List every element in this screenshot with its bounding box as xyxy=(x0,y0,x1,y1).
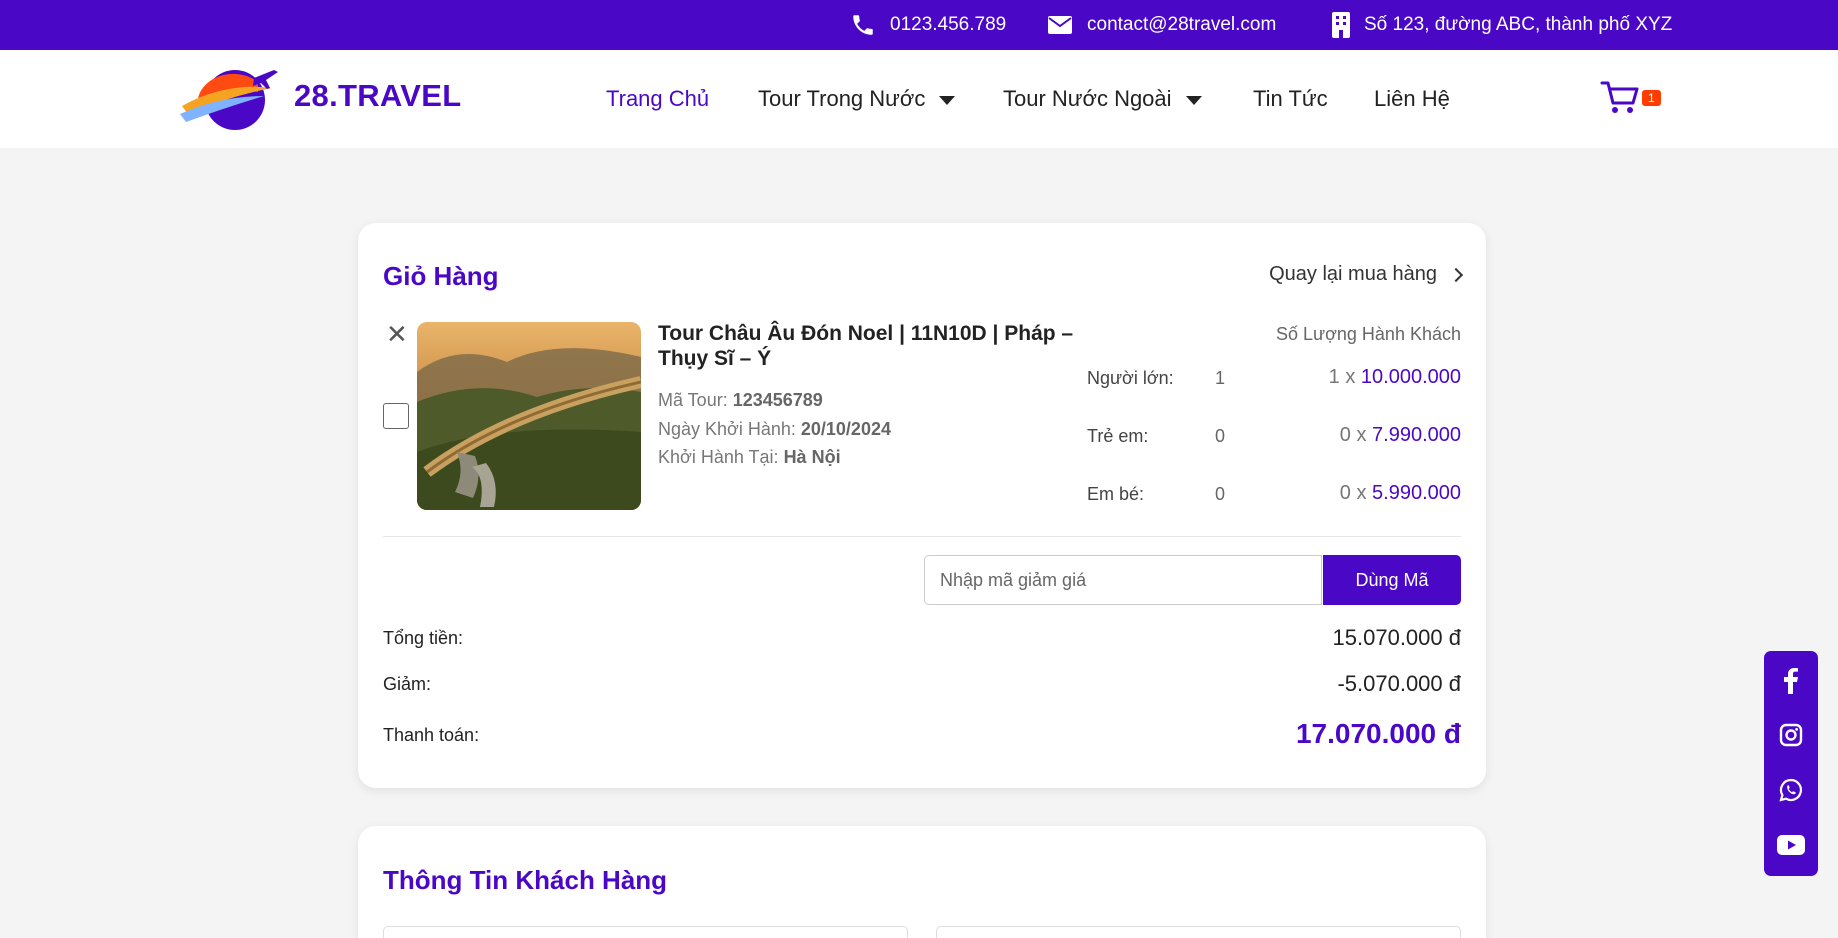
passenger-price: 0 x 5.990.000 xyxy=(1340,482,1461,505)
section-divider xyxy=(383,536,1461,537)
cart-title: Giỏ Hàng xyxy=(383,261,499,291)
nav-news[interactable]: Tin Tức xyxy=(1253,50,1328,148)
passenger-unit-price: 7.990.000 xyxy=(1372,424,1461,446)
nav-contact[interactable]: Liên Hệ xyxy=(1374,50,1450,148)
passenger-multiplier: 1 x xyxy=(1328,366,1361,388)
instagram-icon[interactable] xyxy=(1764,715,1818,755)
envelope-icon xyxy=(1048,16,1072,34)
phone-number: 0123.456.789 xyxy=(890,14,1007,35)
passenger-price: 0 x 7.990.000 xyxy=(1340,424,1461,447)
passenger-row-infant: Em bé: 0 0 x 5.990.000 xyxy=(1087,482,1461,514)
customer-info-title: Thông Tin Khách Hàng xyxy=(383,865,668,895)
passenger-multiplier: 0 x xyxy=(1339,482,1373,504)
remove-item-button[interactable]: ✕ xyxy=(386,321,408,347)
youtube-icon[interactable] xyxy=(1764,825,1818,865)
nav-domestic-label: Tour Trong Nước xyxy=(758,86,926,111)
tour-code-label: Mã Tour: xyxy=(658,390,728,410)
departure-date-value: 20/10/2024 xyxy=(800,419,891,439)
email-contact[interactable]: contact@28travel.com xyxy=(1047,0,1276,50)
departure-place-value: Hà Nội xyxy=(783,447,841,467)
departure-date-label: Ngày Khởi Hành: xyxy=(658,419,796,439)
subtotal-value: 15.070.000 đ xyxy=(1332,625,1461,650)
phone-icon xyxy=(853,15,873,35)
tour-code-value: 123456789 xyxy=(732,390,823,410)
facebook-icon[interactable] xyxy=(1764,661,1818,701)
tour-name[interactable]: Tour Châu Âu Đón Noel | 11N10D | Pháp – … xyxy=(658,321,1078,371)
customer-info-card: Thông Tin Khách Hàng xyxy=(358,826,1486,938)
nav-domestic-tours[interactable]: Tour Trong Nước xyxy=(758,50,956,148)
passenger-count[interactable]: 1 xyxy=(1215,368,1225,389)
back-link-label: Quay lại mua hàng xyxy=(1269,263,1437,285)
passenger-price: 1 x 10.000.000 xyxy=(1329,366,1461,389)
customer-field-left[interactable] xyxy=(383,926,908,938)
social-floating-bar xyxy=(1764,651,1818,876)
tour-code-line: Mã Tour: 123456789 xyxy=(658,390,823,411)
passenger-count-heading: Số Lượng Hành Khách xyxy=(1276,324,1461,344)
departure-date-line: Ngày Khởi Hành: 20/10/2024 xyxy=(658,419,891,440)
nav-home[interactable]: Trang Chủ xyxy=(606,50,709,148)
cart-card: Giỏ Hàng Quay lại mua hàng ✕ Tour Châu Â… xyxy=(358,223,1486,788)
cart-icon xyxy=(1600,81,1639,113)
brand-name[interactable]: 28.TRAVEL xyxy=(294,78,462,114)
passenger-multiplier: 0 x xyxy=(1339,424,1373,446)
passenger-count[interactable]: 0 xyxy=(1215,484,1225,505)
cart-count-badge: 1 xyxy=(1642,90,1661,106)
caret-down-icon xyxy=(939,95,956,105)
passenger-unit-price: 5.990.000 xyxy=(1372,482,1461,504)
passenger-count[interactable]: 0 xyxy=(1215,426,1225,447)
passenger-unit-price: 10.000.000 xyxy=(1360,366,1461,388)
payment-label: Thanh toán: xyxy=(383,725,480,745)
building-icon xyxy=(1332,12,1350,38)
site-header: 28.TRAVEL Trang Chủ Tour Trong Nước Tour… xyxy=(0,50,1838,148)
payment-total-value: 17.070.000 đ xyxy=(1295,718,1461,749)
subtotal-label: Tổng tiền: xyxy=(383,628,464,648)
address-text: Số 123, đường ABC, thành phố XYZ xyxy=(1364,14,1673,35)
passenger-row-child: Trẻ em: 0 0 x 7.990.000 xyxy=(1087,424,1461,456)
nav-international-tours[interactable]: Tour Nước Ngoài xyxy=(1003,50,1202,148)
back-to-shopping-link[interactable]: Quay lại mua hàng xyxy=(1269,263,1464,286)
address-contact: Số 123, đường ABC, thành phố XYZ xyxy=(1332,0,1672,50)
cart-button[interactable]: 1 xyxy=(1600,80,1668,120)
passenger-type-label: Trẻ em: xyxy=(1087,426,1149,446)
discount-label: Giảm: xyxy=(383,674,432,694)
departure-place-label: Khởi Hành Tại: xyxy=(658,447,779,467)
tour-thumbnail xyxy=(417,322,641,510)
customer-field-right[interactable] xyxy=(936,926,1461,938)
caret-down-icon xyxy=(1185,95,1202,105)
coupon-code-input[interactable] xyxy=(924,555,1322,605)
top-contact-bar: 0123.456.789 contact@28travel.com Số 123… xyxy=(0,0,1838,50)
apply-coupon-button[interactable]: Dùng Mã xyxy=(1323,555,1461,605)
brand-logo[interactable] xyxy=(180,62,282,132)
nav-international-label: Tour Nước Ngoài xyxy=(1003,86,1172,111)
passenger-type-label: Người lớn: xyxy=(1087,368,1174,388)
passenger-type-label: Em bé: xyxy=(1087,484,1145,504)
discount-value: -5.070.000 đ xyxy=(1337,671,1461,696)
email-address: contact@28travel.com xyxy=(1087,14,1277,35)
select-item-checkbox[interactable] xyxy=(383,403,409,429)
chevron-right-icon xyxy=(1448,267,1464,282)
logo-icon xyxy=(180,70,278,130)
whatsapp-icon[interactable] xyxy=(1764,770,1818,810)
departure-place-line: Khởi Hành Tại: Hà Nội xyxy=(658,447,841,468)
passenger-row-adult: Người lớn: 1 1 x 10.000.000 xyxy=(1087,366,1461,398)
phone-contact[interactable]: 0123.456.789 xyxy=(850,0,1006,50)
